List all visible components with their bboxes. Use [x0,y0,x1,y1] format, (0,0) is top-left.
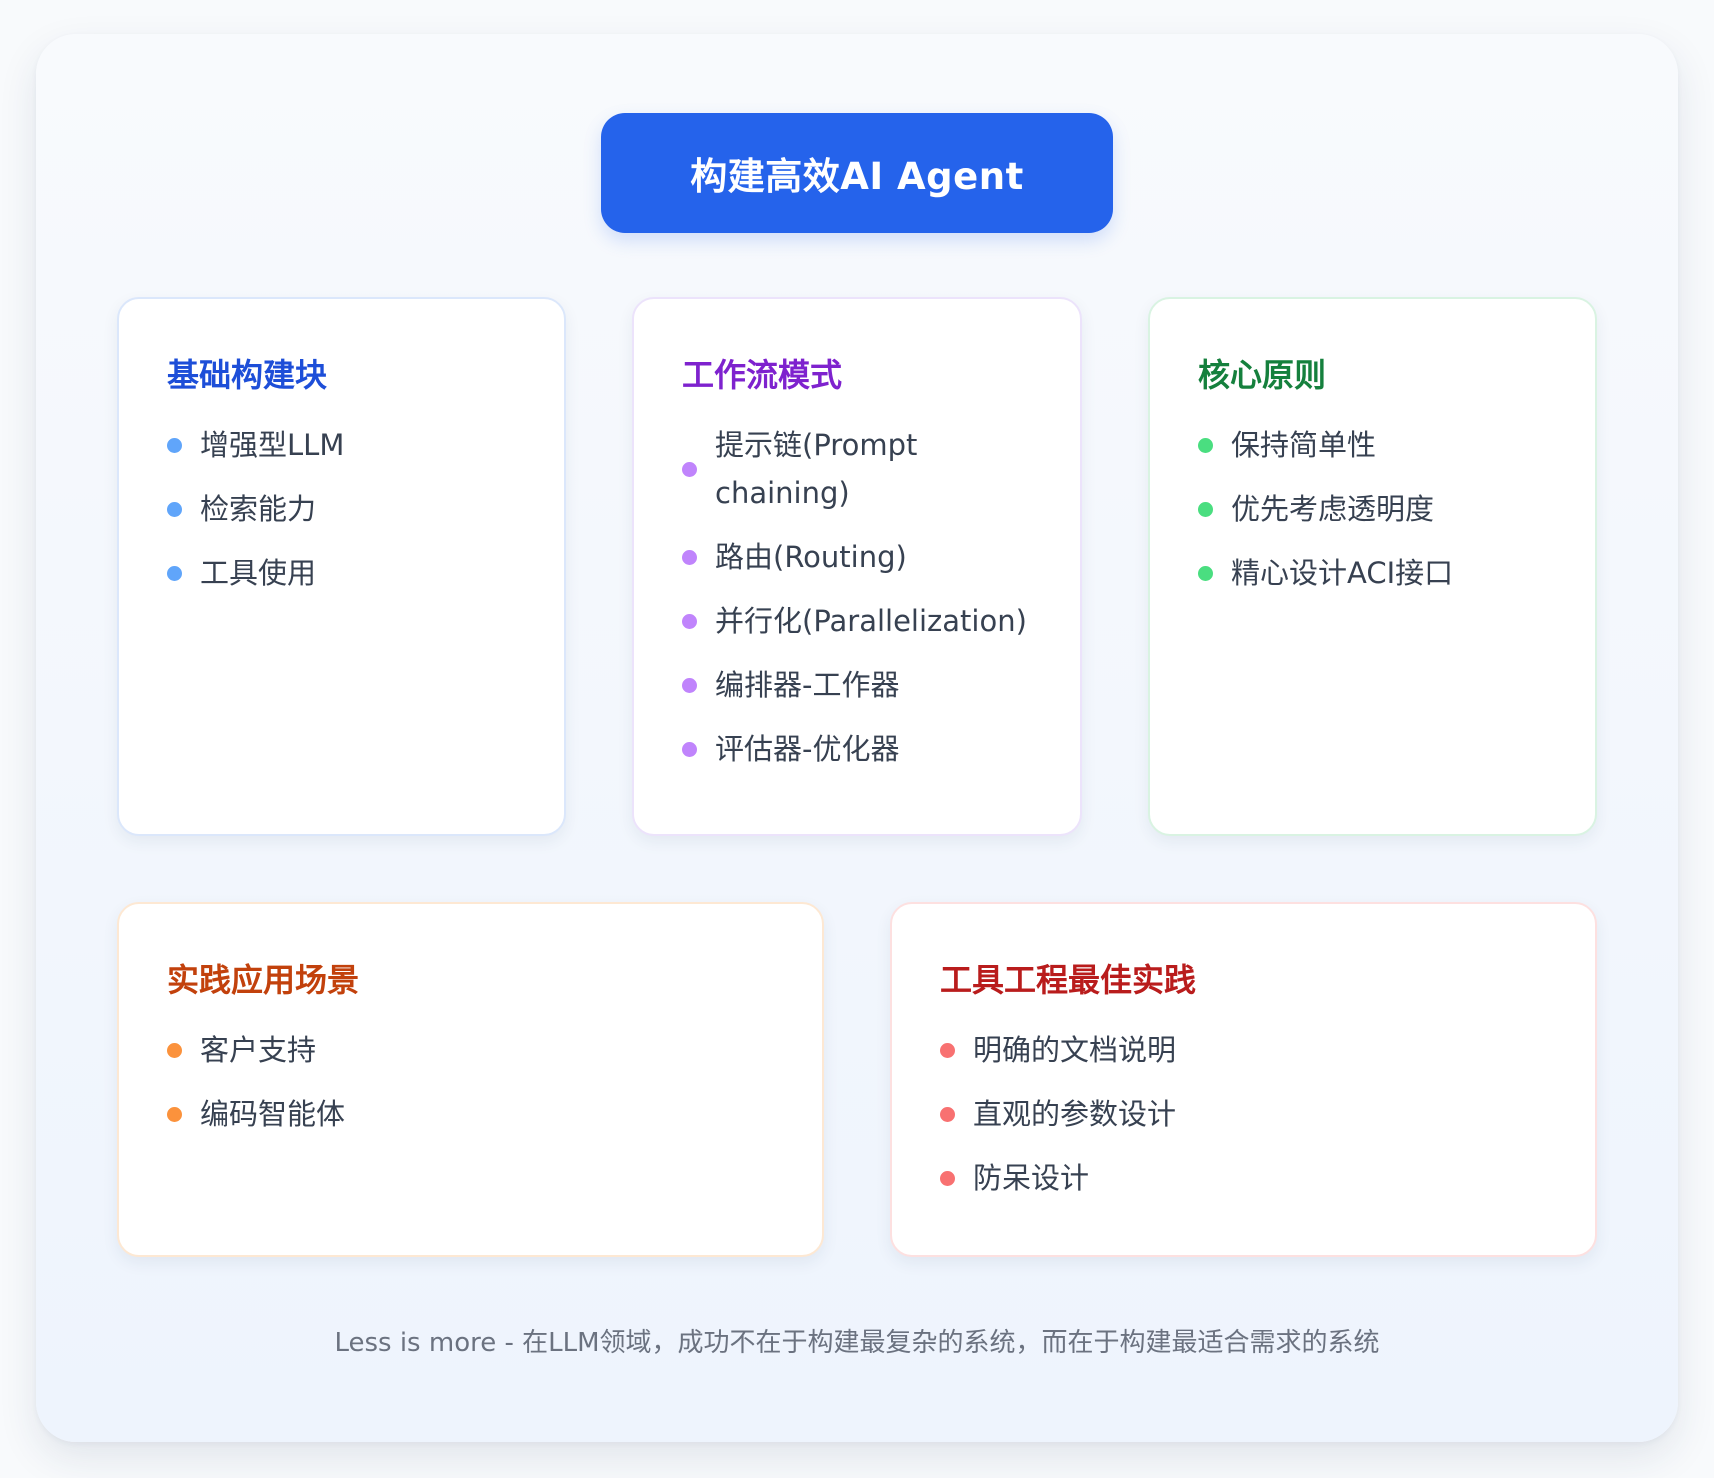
card-heading: 工具工程最佳实践 [940,961,1197,999]
card-item-list: 提示链(Prompt chaining) 路由(Routing) 并行化(Par… [682,421,1032,773]
card-item-list: 保持简单性 优先考虑透明度 精心设计ACI接口 [1198,421,1547,597]
bullet-dot [682,461,697,477]
diagram-title: 构建高效AI Agent [690,155,1024,198]
list-item: 并行化(Parallelization) [682,597,1032,645]
list-item: 精心设计ACI接口 [1198,549,1547,597]
card-item-list: 增强型LLM 检索能力 工具使用 [167,421,516,597]
bullet-dot [940,1042,955,1058]
list-item: 优先考虑透明度 [1198,485,1547,533]
card-heading: 基础构建块 [167,356,328,394]
list-item: 编排器-工作器 [682,661,1032,709]
list-item: 明确的文档说明 [940,1026,1547,1074]
bullet-dot [167,1042,182,1058]
bullet-dot [167,437,182,453]
card-building-blocks: 基础构建块 增强型LLM 检索能力 工具使用 [117,297,566,836]
bullet-dot [940,1170,955,1186]
list-item: 增强型LLM [167,421,516,469]
list-item: 评估器-优化器 [682,725,1032,773]
bullet-dot [167,501,182,517]
title-box: 构建高效AI Agent [601,113,1113,233]
list-item: 工具使用 [167,549,516,597]
bullet-dot [1198,565,1213,581]
card-tool-engineering: 工具工程最佳实践 明确的文档说明 直观的参数设计 防呆设计 [890,902,1597,1257]
bullet-dot [682,613,697,629]
card-core-principles: 核心原则 保持简单性 优先考虑透明度 精心设计ACI接口 [1148,297,1597,836]
card-heading: 实践应用场景 [167,961,360,999]
bullet-dot [1198,437,1213,453]
list-item: 保持简单性 [1198,421,1547,469]
card-application-scenarios: 实践应用场景 客户支持 编码智能体 [117,902,824,1257]
bullet-dot [682,677,697,693]
list-item: 直观的参数设计 [940,1090,1547,1138]
bullet-dot [940,1106,955,1122]
bullet-dot [682,549,697,565]
bullet-dot [1198,501,1213,517]
list-item: 编码智能体 [167,1090,774,1138]
list-item: 检索能力 [167,485,516,533]
footer-note: Less is more - 在LLM领域，成功不在于构建最复杂的系统，而在于构… [334,1328,1380,1358]
card-heading: 工作流模式 [682,356,843,394]
list-item: 客户支持 [167,1026,774,1074]
bullet-dot [682,741,697,757]
list-item: 提示链(Prompt chaining) [682,421,1032,517]
card-workflow-patterns: 工作流模式 提示链(Prompt chaining) 路由(Routing) 并… [632,297,1082,836]
card-item-list: 客户支持 编码智能体 [167,1026,774,1138]
list-item: 路由(Routing) [682,533,1032,581]
card-heading: 核心原则 [1198,356,1327,394]
card-item-list: 明确的文档说明 直观的参数设计 防呆设计 [940,1026,1547,1202]
bullet-dot [167,1106,182,1122]
bullet-dot [167,565,182,581]
list-item: 防呆设计 [940,1154,1547,1202]
